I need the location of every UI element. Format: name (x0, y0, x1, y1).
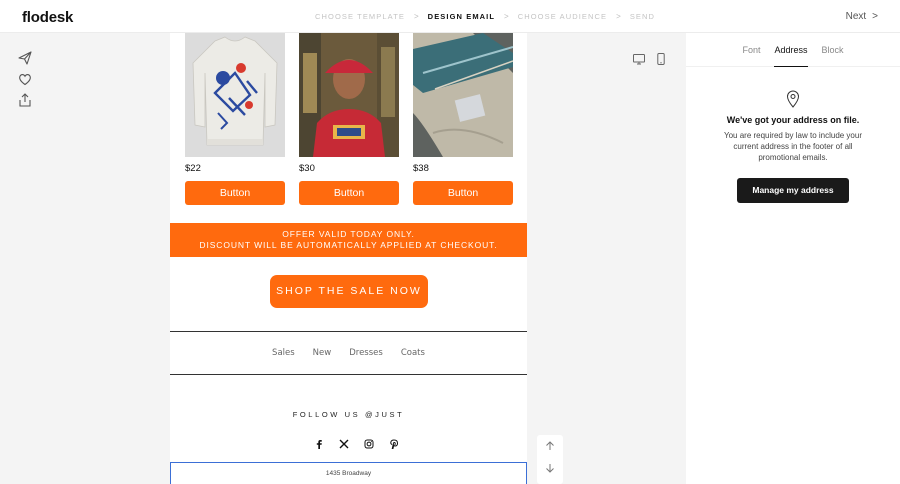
nav-link-sales[interactable]: Sales (272, 348, 295, 358)
email-canvas[interactable]: $22 Button $30 Button $38 Button OFFER V… (170, 33, 527, 484)
left-toolbar (17, 50, 35, 113)
location-pin-icon (786, 90, 800, 108)
arrow-down-icon (546, 464, 554, 473)
product-price: $22 (185, 163, 201, 174)
product-card[interactable]: $22 Button (185, 33, 285, 205)
share-icon[interactable] (17, 92, 33, 108)
panel-title: We've got your address on file. (726, 115, 860, 125)
x-icon[interactable] (331, 438, 356, 450)
product-price: $30 (299, 163, 315, 174)
step-separator: > (414, 12, 419, 21)
step-separator: > (504, 12, 509, 21)
product-card[interactable]: $30 Button (299, 33, 399, 205)
address-block[interactable]: 1435 Broadway (170, 462, 527, 484)
move-down-button[interactable] (537, 457, 563, 479)
offer-line-2: DISCOUNT WILL BE AUTOMATICALLY APPLIED A… (199, 240, 498, 250)
manage-address-button[interactable]: Manage my address (737, 178, 849, 203)
move-up-button[interactable] (537, 435, 563, 457)
step-send[interactable]: SEND (630, 12, 655, 21)
step-design-email[interactable]: DESIGN EMAIL (428, 12, 495, 21)
footer-nav[interactable]: Sales New Dresses Coats (170, 348, 527, 358)
tab-font[interactable]: Font (742, 33, 760, 67)
nav-link-dresses[interactable]: Dresses (349, 348, 383, 358)
arrow-up-icon (546, 441, 554, 450)
send-icon[interactable] (17, 50, 33, 66)
sweater-image[interactable] (185, 33, 285, 157)
panel-tabs: Font Address Block (686, 33, 900, 67)
nav-link-coats[interactable]: Coats (401, 348, 425, 358)
settings-panel: Font Address Block We've got your addres… (686, 33, 900, 484)
social-links (306, 438, 406, 450)
nav-link-new[interactable]: New (313, 348, 332, 358)
tab-block[interactable]: Block (822, 33, 844, 67)
follow-heading: FOLLOW US @JUST (292, 410, 405, 419)
product-button[interactable]: Button (413, 181, 513, 205)
top-bar: flodesk CHOOSE TEMPLATE > DESIGN EMAIL >… (0, 0, 900, 33)
pinterest-icon[interactable] (381, 438, 406, 450)
facebook-icon[interactable] (306, 438, 331, 450)
step-separator: > (616, 12, 621, 21)
fabric-image[interactable] (413, 33, 513, 157)
flodesk-logo[interactable]: flodesk (22, 9, 73, 26)
product-button[interactable]: Button (299, 181, 399, 205)
step-choose-audience[interactable]: CHOOSE AUDIENCE (518, 12, 607, 21)
product-card[interactable]: $38 Button (413, 33, 513, 205)
heart-icon[interactable] (17, 71, 33, 87)
divider (170, 331, 527, 332)
desktop-view-icon[interactable] (632, 52, 646, 66)
divider (170, 374, 527, 375)
tab-address[interactable]: Address (774, 33, 808, 67)
shop-sale-button[interactable]: SHOP THE SALE NOW (270, 275, 428, 308)
product-button[interactable]: Button (185, 181, 285, 205)
offer-banner[interactable]: OFFER VALID TODAY ONLY. DISCOUNT WILL BE… (170, 223, 527, 257)
instagram-icon[interactable] (356, 438, 381, 450)
block-move-controls (537, 435, 563, 484)
step-breadcrumb: CHOOSE TEMPLATE > DESIGN EMAIL > CHOOSE … (315, 12, 655, 21)
next-chevron-icon: > (872, 11, 878, 22)
offer-line-1: OFFER VALID TODAY ONLY. (282, 229, 415, 239)
product-price: $38 (413, 163, 429, 174)
next-label: Next (845, 11, 867, 22)
panel-description: You are required by law to include your … (723, 131, 862, 162)
address-text: 1435 Broadway (325, 470, 372, 477)
model-image[interactable] (299, 33, 399, 157)
mobile-view-icon[interactable] (654, 52, 668, 66)
step-choose-template[interactable]: CHOOSE TEMPLATE (315, 12, 405, 21)
next-button[interactable]: Next > (846, 11, 878, 22)
